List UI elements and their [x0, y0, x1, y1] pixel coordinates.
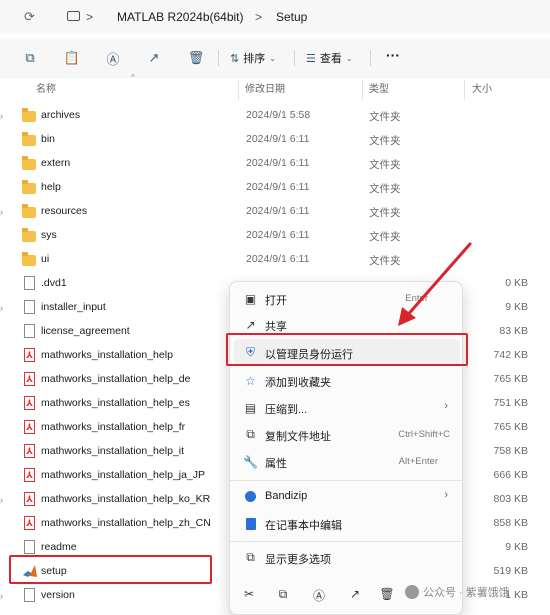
- annotation-arrow: [398, 242, 472, 326]
- watermark: 公众号 · 紫薯饿饿: [405, 584, 510, 600]
- wechat-logo-icon: [405, 585, 419, 599]
- watermark-text: 公众号 · 紫薯饿饿: [423, 587, 510, 599]
